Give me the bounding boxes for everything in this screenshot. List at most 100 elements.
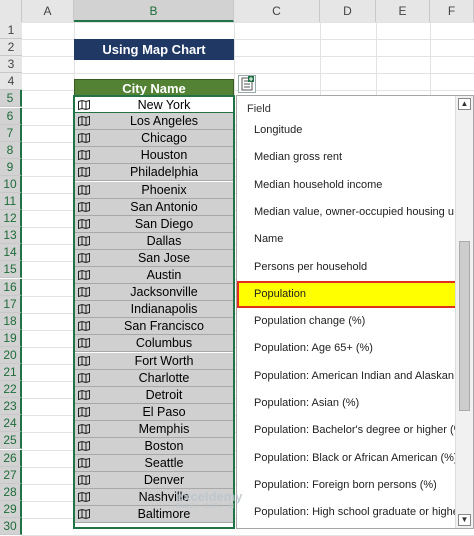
city-name: Memphis [138, 421, 190, 436]
city-cell[interactable]: Dallas [74, 232, 234, 250]
field-item[interactable]: Population: Foreign born persons (%) [254, 479, 437, 491]
city-name-header[interactable]: City Name [74, 79, 234, 96]
row-header-22[interactable]: 22 [0, 381, 22, 399]
gridline-row [22, 22, 474, 23]
row-header-11[interactable]: 11 [0, 193, 22, 210]
column-header-b[interactable]: B [74, 0, 234, 22]
city-cell[interactable]: Denver [74, 472, 234, 490]
city-cell[interactable]: Boston [74, 438, 234, 455]
city-cell[interactable]: San Antonio [74, 198, 234, 216]
city-cell[interactable]: Philadelphia [74, 164, 234, 182]
field-item[interactable]: Longitude [254, 124, 302, 136]
field-item[interactable]: Median gross rent [254, 151, 342, 163]
city-cell[interactable]: Los Angeles [74, 113, 234, 131]
city-name: Philadelphia [129, 165, 199, 180]
row-header-1[interactable]: 1 [0, 22, 22, 39]
city-cell[interactable]: Houston [74, 147, 234, 165]
city-name: San Diego [134, 216, 194, 231]
row-header-15[interactable]: 15 [0, 261, 22, 279]
sheet-title[interactable]: Using Map Chart [74, 39, 234, 60]
row-header-13[interactable]: 13 [0, 227, 22, 245]
map-icon [78, 150, 90, 161]
row-header-10[interactable]: 10 [0, 175, 22, 193]
city-cell[interactable]: Columbus [74, 335, 234, 353]
field-item[interactable]: Population change (%) [254, 315, 365, 327]
column-header-c[interactable]: C [234, 0, 320, 22]
city-cell[interactable]: Chicago [74, 130, 234, 148]
row-header-20[interactable]: 20 [0, 346, 22, 364]
scroll-up-icon[interactable]: ▲ [458, 98, 471, 110]
column-header-d[interactable]: D [320, 0, 376, 22]
field-item[interactable]: Persons per household [254, 261, 367, 273]
row-header-30[interactable]: 30 [0, 517, 22, 535]
field-item[interactable]: Population: Asian (%) [254, 397, 359, 409]
city-cell[interactable]: Charlotte [74, 369, 234, 387]
row-header-24[interactable]: 24 [0, 415, 22, 433]
city-cell[interactable]: San Jose [74, 249, 234, 267]
city-cell[interactable]: El Paso [74, 403, 234, 421]
map-icon [78, 167, 90, 178]
row-header-8[interactable]: 8 [0, 141, 22, 159]
field-item-selected[interactable]: Population [254, 288, 306, 300]
city-cell[interactable]: Austin [74, 267, 234, 284]
row-header-21[interactable]: 21 [0, 364, 22, 381]
row-header-27[interactable]: 27 [0, 466, 22, 484]
map-icon [78, 338, 90, 349]
row-header-28[interactable]: 28 [0, 483, 22, 501]
row-header-17[interactable]: 17 [0, 295, 22, 313]
field-item[interactable]: Median value, owner-occupied housing u..… [254, 206, 463, 218]
map-icon [78, 423, 90, 434]
city-cell[interactable]: Seattle [74, 455, 234, 473]
field-item[interactable]: Median household income [254, 179, 382, 191]
city-name: San Jose [137, 250, 191, 265]
gridline-col [234, 22, 235, 529]
field-item[interactable]: Population: High school graduate or high… [254, 506, 471, 518]
row-header-26[interactable]: 26 [0, 449, 22, 467]
row-header-18[interactable]: 18 [0, 312, 22, 330]
city-cell[interactable]: Phoenix [74, 181, 234, 199]
row-header-29[interactable]: 29 [0, 500, 22, 518]
column-header-e[interactable]: E [376, 0, 430, 22]
row-header-23[interactable]: 23 [0, 398, 22, 416]
city-cell[interactable]: Fort Worth [74, 352, 234, 370]
city-cell[interactable]: Detroit [74, 386, 234, 404]
row-header-25[interactable]: 25 [0, 432, 22, 450]
city-cell[interactable]: Jacksonville [74, 284, 234, 302]
row-header-6[interactable]: 6 [0, 107, 22, 125]
insert-data-button[interactable] [238, 75, 256, 93]
column-header-f[interactable]: F [430, 0, 474, 22]
map-icon [78, 355, 90, 366]
city-cell[interactable]: Indianapolis [74, 301, 234, 319]
column-header-a[interactable]: A [22, 0, 74, 22]
field-item[interactable]: Population: Black or African American (%… [254, 452, 458, 464]
row-header-4[interactable]: 4 [0, 73, 22, 91]
city-name: Jacksonville [130, 285, 198, 300]
city-cell[interactable]: San Diego [74, 215, 234, 233]
row-header-5[interactable]: 5 [0, 90, 22, 108]
map-icon [78, 287, 90, 298]
map-icon [78, 406, 90, 417]
city-cell[interactable]: Memphis [74, 420, 234, 438]
row-header-19[interactable]: 19 [0, 329, 22, 347]
field-item[interactable]: Name [254, 233, 283, 245]
select-all-corner[interactable] [0, 0, 22, 22]
map-icon [78, 100, 90, 110]
city-name: Boston [144, 439, 184, 453]
scroll-thumb[interactable] [459, 241, 470, 411]
row-header-7[interactable]: 7 [0, 124, 22, 142]
row-header-16[interactable]: 16 [0, 278, 22, 296]
scroll-down-icon[interactable]: ▼ [458, 514, 471, 526]
row-header-2[interactable]: 2 [0, 39, 22, 57]
city-name: Detroit [145, 387, 183, 402]
field-item[interactable]: Population: Bachelor's degree or higher … [254, 424, 467, 436]
field-item[interactable]: Population: American Indian and Alaskan.… [254, 370, 463, 382]
city-cell[interactable]: San Francisco [74, 318, 234, 336]
field-panel-scrollbar[interactable]: ▲ ▼ [455, 96, 473, 528]
map-icon [78, 133, 90, 144]
row-header-12[interactable]: 12 [0, 210, 22, 228]
city-cell[interactable]: New York [74, 96, 234, 113]
row-header-3[interactable]: 3 [0, 56, 22, 74]
field-item[interactable]: Population: Age 65+ (%) [254, 342, 373, 354]
row-header-9[interactable]: 9 [0, 158, 22, 176]
row-header-14[interactable]: 14 [0, 244, 22, 262]
